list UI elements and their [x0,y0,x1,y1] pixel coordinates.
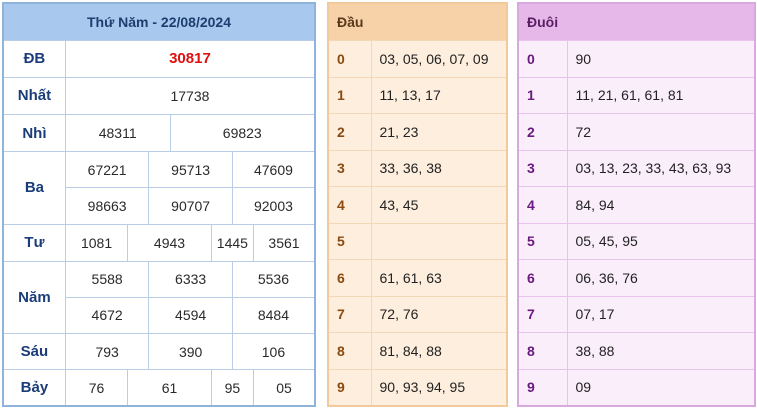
head-numbers: 33, 36, 38 [370,149,508,187]
head-digit-table: Đầu 0 03, 05, 06, 07, 09 1 11, 13, 17 2 21,… [327,2,509,407]
head-digit: 3 [327,149,372,187]
tail-numbers: 05, 45, 95 [566,222,756,260]
prize-seventh-value: 95 [210,369,255,407]
head-numbers: 61, 61, 63 [370,258,508,297]
prize-sixth-value: 793 [64,333,150,371]
head-numbers: 72, 76 [370,295,508,333]
prize-fourth-value: 1081 [64,223,129,262]
prize-fifth-value: 8484 [231,296,316,335]
prize-fourth-value: 4943 [127,223,212,262]
head-digit: 0 [327,39,372,78]
tail-digit: 0 [517,39,568,78]
tail-numbers: 84, 94 [566,185,756,224]
prize-seventh-value: 61 [127,369,212,407]
prize-first-value: 17738 [64,76,316,116]
head-digit: 8 [327,331,372,370]
head-numbers: 43, 45 [370,185,508,224]
results-table: Thứ Năm - 22/08/2024 ĐB 30817 Nhất 17738… [2,2,316,407]
tail-numbers: 09 [566,368,756,407]
prize-third-value: 90707 [148,187,233,225]
head-numbers: 81, 84, 88 [370,331,508,370]
tail-table-title: Đuôi [517,2,756,41]
prize-fifth-value: 5536 [231,260,316,298]
prize-label-third: Ba [2,151,66,225]
prize-label-first: Nhất [2,76,66,116]
prize-seventh-value: 05 [253,369,316,407]
tail-numbers: 38, 88 [566,331,756,370]
prize-label-fifth: Năm [2,260,66,335]
prize-fifth-value: 4594 [148,296,233,335]
prize-second-value: 69823 [169,114,316,153]
tail-digit: 8 [517,331,568,370]
prize-label-second: Nhì [2,114,66,153]
prize-fifth-value: 6333 [148,260,233,298]
head-digit: 6 [327,258,372,297]
prize-third-value: 95713 [148,151,233,189]
tail-digit: 6 [517,258,568,297]
tail-digit: 4 [517,185,568,224]
head-digit: 4 [327,185,372,224]
head-digit: 7 [327,295,372,333]
tail-numbers: 03, 13, 23, 33, 43, 63, 93 [566,149,756,187]
prize-label-sixth: Sáu [2,333,66,371]
prize-sixth-value: 390 [148,333,233,371]
head-numbers [370,222,508,260]
prize-third-value: 92003 [231,187,316,225]
tail-numbers: 06, 36, 76 [566,258,756,297]
tail-numbers: 07, 17 [566,295,756,333]
tail-digit: 1 [517,76,568,114]
head-digit: 1 [327,76,372,114]
tail-digit-table: Đuôi 0 90 1 11, 21, 61, 61, 81 2 72 3 03, 13… [517,2,757,407]
head-table-title: Đầu [327,2,508,41]
prize-fifth-value: 4672 [64,296,150,335]
prize-fourth-value: 1445 [210,223,255,262]
head-digit: 5 [327,222,372,260]
prize-label-fourth: Tư [2,223,66,262]
tail-digit: 9 [517,368,568,407]
prize-label-seventh: Bảy [2,369,66,407]
tail-digit: 2 [517,112,568,151]
prize-fifth-value: 5588 [64,260,150,298]
results-date-title: Thứ Năm - 22/08/2024 [2,2,316,41]
head-numbers: 11, 13, 17 [370,76,508,114]
tail-digit: 3 [517,149,568,187]
head-digit: 2 [327,112,372,151]
prize-special-value: 30817 [64,39,316,78]
prize-second-value: 48311 [64,114,171,153]
prize-third-value: 98663 [64,187,150,225]
prize-sixth-value: 106 [231,333,316,371]
tail-digit: 5 [517,222,568,260]
prize-third-value: 47609 [231,151,316,189]
head-numbers: 90, 93, 94, 95 [370,368,508,407]
head-numbers: 21, 23 [370,112,508,151]
head-numbers: 03, 05, 06, 07, 09 [370,39,508,78]
prize-third-value: 67221 [64,151,150,189]
tail-numbers: 72 [566,112,756,151]
prize-seventh-value: 76 [64,369,129,407]
head-digit: 9 [327,368,372,407]
prize-fourth-value: 3561 [253,223,316,262]
tail-numbers: 90 [566,39,756,78]
tail-numbers: 11, 21, 61, 61, 81 [566,76,756,114]
tail-digit: 7 [517,295,568,333]
prize-label-special: ĐB [2,39,66,78]
